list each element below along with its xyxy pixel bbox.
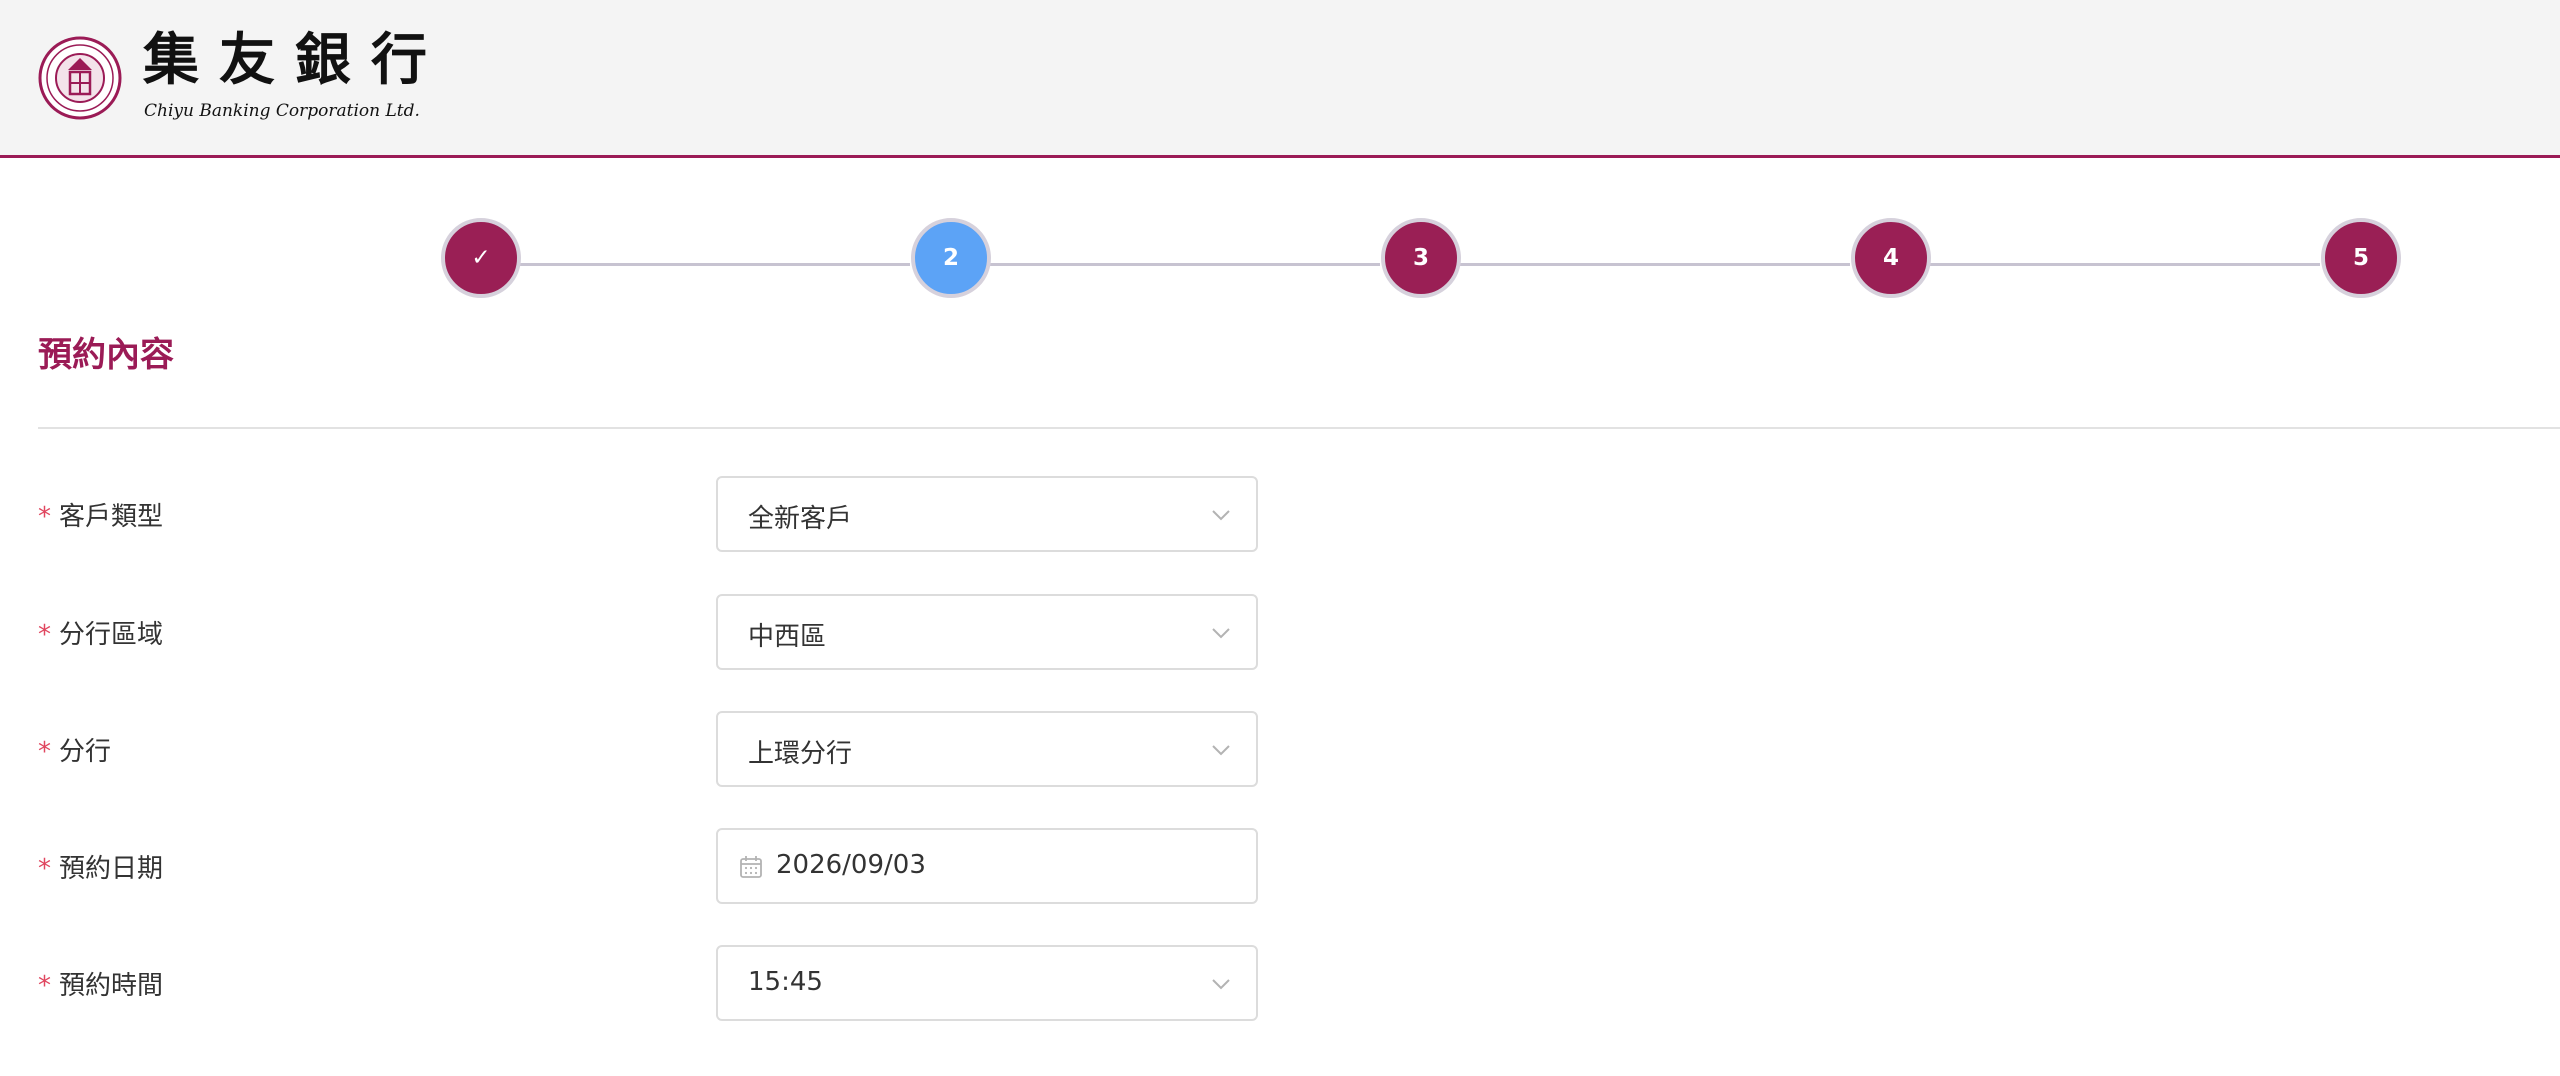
step-connector <box>1930 263 2320 266</box>
branch-region-label: * 分行區域 <box>38 614 163 651</box>
step-number: 2 <box>942 245 959 271</box>
step-connector <box>990 263 1380 266</box>
step-number: 4 <box>1882 245 1899 271</box>
bank-logo-chinese: 集友銀行 <box>143 27 447 93</box>
section-divider <box>38 427 2560 429</box>
required-mark: * <box>38 502 51 532</box>
section-title: 預約內容 <box>38 335 174 375</box>
required-mark: * <box>38 737 51 767</box>
label-text: 分行區域 <box>59 620 164 650</box>
appointment-time-select[interactable]: 15:45 <box>716 945 1258 1021</box>
bank-logo-english: Chiyu Banking Corporation Ltd. <box>144 101 420 121</box>
appointment-date-picker[interactable]: 2026/09/03 <box>716 828 1258 904</box>
bank-seal-icon <box>38 36 122 120</box>
step-2-active: 2 <box>911 218 991 298</box>
check-icon: ✓ <box>471 245 491 271</box>
step-number: 3 <box>1412 245 1429 271</box>
branch-region-select[interactable]: 中西區 <box>716 594 1258 670</box>
branch-select[interactable]: 上環分行 <box>716 711 1258 787</box>
calendar-icon <box>740 856 762 878</box>
branch-label: * 分行 <box>38 731 111 768</box>
step-number: 5 <box>2352 245 2369 271</box>
form-row-branch: * 分行 上環分行 <box>0 711 2560 789</box>
step-3: 3 <box>1381 218 1461 298</box>
chevron-down-icon <box>1212 628 1230 639</box>
header-bar: 集友銀行 Chiyu Banking Corporation Ltd. <box>0 0 2560 158</box>
label-text: 分行 <box>59 737 112 767</box>
step-connector <box>520 263 910 266</box>
chevron-down-icon <box>1212 510 1230 521</box>
required-mark: * <box>38 854 51 884</box>
customer-type-label: * 客戶類型 <box>38 496 163 533</box>
form-row-customer-type: * 客戶類型 全新客戶 <box>0 476 2560 554</box>
required-mark: * <box>38 971 51 1001</box>
form-row-appointment-date: * 預約日期 2026/09/03 <box>0 828 2560 906</box>
step-5: 5 <box>2321 218 2401 298</box>
label-text: 預約日期 <box>59 854 164 884</box>
appointment-time-label: * 預約時間 <box>38 965 163 1002</box>
select-value: 中西區 <box>748 622 827 652</box>
form-row-branch-region: * 分行區域 中西區 <box>0 594 2560 672</box>
date-value: 2026/09/03 <box>776 850 926 880</box>
progress-stepper: ✓ 2 3 4 5 <box>0 215 2560 305</box>
label-text: 預約時間 <box>59 971 164 1001</box>
label-text: 客戶類型 <box>59 502 164 532</box>
customer-type-select[interactable]: 全新客戶 <box>716 476 1258 552</box>
form-row-appointment-time: * 預約時間 15:45 <box>0 945 2560 1023</box>
select-value: 上環分行 <box>748 739 853 769</box>
chevron-down-icon <box>1212 979 1230 990</box>
select-value: 全新客戶 <box>748 504 853 534</box>
appointment-date-label: * 預約日期 <box>38 848 163 885</box>
chevron-down-icon <box>1212 745 1230 756</box>
select-value: 15:45 <box>748 967 823 997</box>
step-connector <box>1460 263 1850 266</box>
step-4: 4 <box>1851 218 1931 298</box>
required-mark: * <box>38 620 51 650</box>
step-1-completed: ✓ <box>441 218 521 298</box>
